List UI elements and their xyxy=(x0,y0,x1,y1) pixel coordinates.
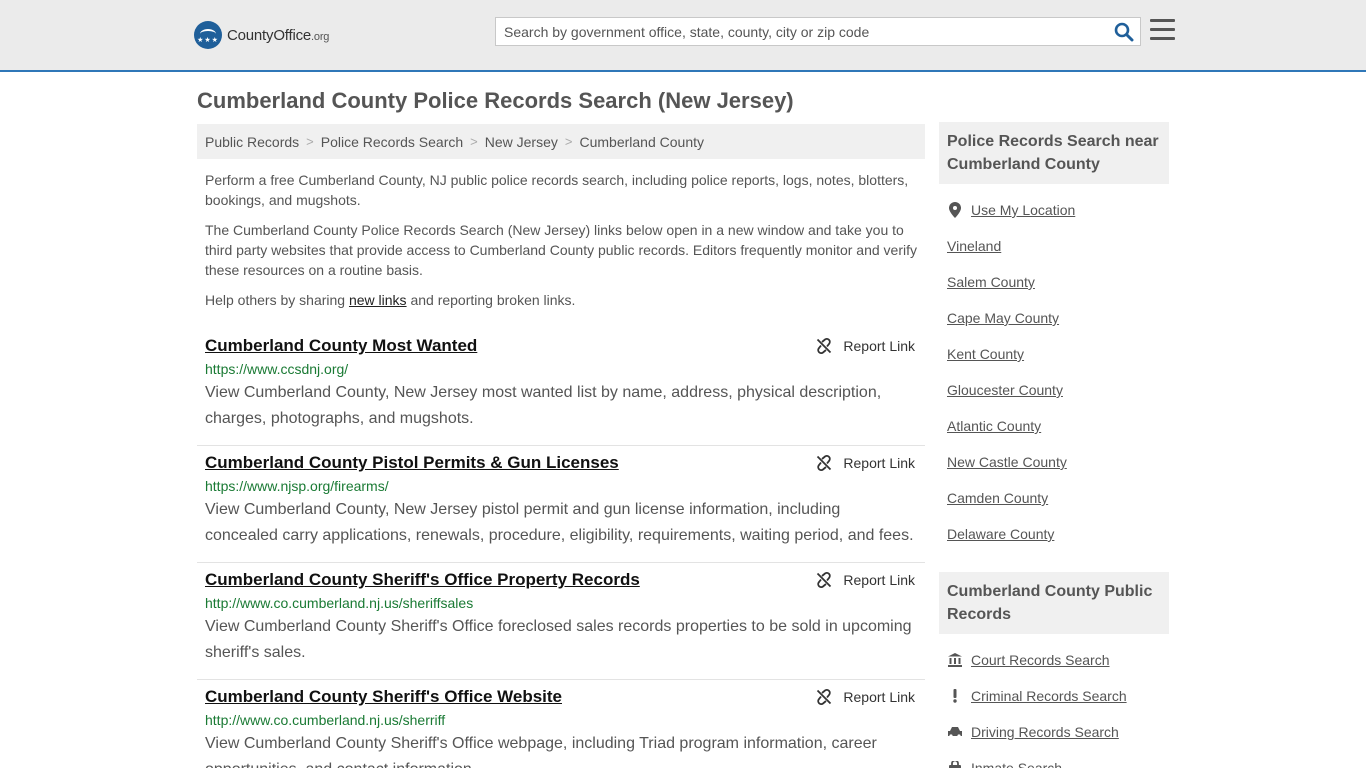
result-url: https://www.ccsdnj.org/ xyxy=(205,361,349,377)
inmate-icon xyxy=(947,761,963,768)
report-link-button[interactable]: Report Link xyxy=(816,689,915,705)
nearby-link-vineland[interactable]: Vineland xyxy=(947,238,1001,254)
main-content: Public Records > Police Records Search >… xyxy=(197,124,925,768)
result-item: Cumberland County Sheriff's Office Websi… xyxy=(197,680,925,768)
list-item: Cape May County xyxy=(947,300,1161,336)
list-item: Criminal Records Search xyxy=(947,678,1161,714)
breadcrumb-police-records-search[interactable]: Police Records Search xyxy=(321,134,463,150)
breadcrumb-separator: > xyxy=(564,134,573,149)
result-description: View Cumberland County, New Jersey pisto… xyxy=(205,501,914,544)
nearby-link-atlantic-county[interactable]: Atlantic County xyxy=(947,418,1041,434)
list-item: Driving Records Search xyxy=(947,714,1161,750)
report-link-label: Report Link xyxy=(843,338,915,354)
breadcrumb-separator: > xyxy=(470,134,478,149)
list-item: Salem County xyxy=(947,264,1161,300)
intro-paragraph: Perform a free Cumberland County, NJ pub… xyxy=(205,172,909,208)
nearby-link-gloucester-county[interactable]: Gloucester County xyxy=(947,382,1063,398)
result-url: https://www.njsp.org/firearms/ xyxy=(205,478,389,494)
breadcrumb: Public Records > Police Records Search >… xyxy=(197,124,925,159)
result-title-link[interactable]: Cumberland County Pistol Permits & Gun L… xyxy=(205,446,917,473)
result-item: Cumberland County Most Wanted Report Lin… xyxy=(197,329,925,446)
nearby-link-kent-county[interactable]: Kent County xyxy=(947,346,1024,362)
report-link-label: Report Link xyxy=(843,572,915,588)
result-description: View Cumberland County Sheriff's Office … xyxy=(205,735,877,768)
court-records-search-link[interactable]: Court Records Search xyxy=(971,652,1110,668)
list-item: Delaware County xyxy=(947,516,1161,552)
broken-link-icon xyxy=(817,455,832,471)
use-my-location-link[interactable]: Use My Location xyxy=(971,202,1075,218)
list-item: Inmate Search xyxy=(947,750,1161,768)
list-item: Atlantic County xyxy=(947,408,1161,444)
hamburger-menu-icon[interactable] xyxy=(1150,19,1175,43)
intro-paragraph: The Cumberland County Police Records Sea… xyxy=(205,222,918,278)
search-bar xyxy=(495,17,1141,46)
criminal-records-search-link[interactable]: Criminal Records Search xyxy=(971,688,1127,704)
report-link-label: Report Link xyxy=(843,455,915,471)
share-paragraph: Help others by sharing new links and rep… xyxy=(205,292,576,308)
public-records-section-title: Cumberland County Public Records xyxy=(939,572,1169,634)
public-records-list: Court Records Search Criminal Records Se… xyxy=(939,642,1169,768)
nearby-list: Use My Location Vineland Salem County Ca… xyxy=(939,192,1169,552)
logo-text: CountyOffice xyxy=(227,26,312,44)
result-item: Cumberland County Pistol Permits & Gun L… xyxy=(197,446,925,563)
breadcrumb-separator: > xyxy=(306,134,314,149)
nearby-link-new-castle-county[interactable]: New Castle County xyxy=(947,454,1067,470)
result-item: Cumberland County Sheriff's Office Prope… xyxy=(197,563,925,680)
result-description: View Cumberland County Sheriff's Office … xyxy=(205,618,912,661)
list-item: Gloucester County xyxy=(947,372,1161,408)
nearby-link-camden-county[interactable]: Camden County xyxy=(947,490,1048,506)
list-item: Camden County xyxy=(947,480,1161,516)
report-link-label: Report Link xyxy=(843,689,915,705)
new-links-link[interactable]: new links xyxy=(349,292,407,308)
broken-link-icon xyxy=(817,689,832,705)
site-header: ★★★ CountyOffice.org xyxy=(0,0,1366,72)
logo-suffix: .org xyxy=(311,30,330,43)
breadcrumb-public-records[interactable]: Public Records xyxy=(205,134,299,150)
report-link-button[interactable]: Report Link xyxy=(816,338,915,354)
list-item: Use My Location xyxy=(947,192,1161,228)
list-item: Vineland xyxy=(947,228,1161,264)
courthouse-icon xyxy=(947,653,963,667)
sidebar: Police Records Search near Cumberland Co… xyxy=(939,122,1169,768)
broken-link-icon xyxy=(817,338,832,354)
report-link-button[interactable]: Report Link xyxy=(816,455,915,471)
search-input[interactable] xyxy=(496,18,1106,45)
list-item: New Castle County xyxy=(947,444,1161,480)
report-link-button[interactable]: Report Link xyxy=(816,572,915,588)
car-icon xyxy=(947,726,963,738)
broken-link-icon xyxy=(817,572,832,588)
result-title-link[interactable]: Cumberland County Sheriff's Office Prope… xyxy=(205,563,917,590)
result-url: http://www.co.cumberland.nj.us/sherriff xyxy=(205,712,446,728)
result-title-link[interactable]: Cumberland County Most Wanted xyxy=(205,329,917,356)
nearby-section-title: Police Records Search near Cumberland Co… xyxy=(939,122,1169,184)
inmate-search-link[interactable]: Inmate Search xyxy=(971,760,1062,768)
list-item: Kent County xyxy=(947,336,1161,372)
results-list: Cumberland County Most Wanted Report Lin… xyxy=(197,329,925,768)
page-title: Cumberland County Police Records Search … xyxy=(197,88,794,113)
nearby-link-cape-may-county[interactable]: Cape May County xyxy=(947,310,1059,326)
logo-eagle-icon: ★★★ xyxy=(194,21,222,49)
result-description: View Cumberland County, New Jersey most … xyxy=(205,384,882,427)
breadcrumb-new-jersey[interactable]: New Jersey xyxy=(485,134,558,150)
intro-text: Perform a free Cumberland County, NJ pub… xyxy=(197,170,925,310)
exclamation-icon xyxy=(947,689,963,703)
location-pin-icon xyxy=(947,202,963,218)
search-icon[interactable] xyxy=(1114,22,1134,42)
list-item: Court Records Search xyxy=(947,642,1161,678)
result-title-link[interactable]: Cumberland County Sheriff's Office Websi… xyxy=(205,680,917,707)
nearby-link-salem-county[interactable]: Salem County xyxy=(947,274,1035,290)
result-url: http://www.co.cumberland.nj.us/sheriffsa… xyxy=(205,595,474,611)
nearby-link-delaware-county[interactable]: Delaware County xyxy=(947,526,1054,542)
driving-records-search-link[interactable]: Driving Records Search xyxy=(971,724,1119,740)
breadcrumb-cumberland-county[interactable]: Cumberland County xyxy=(579,134,704,150)
site-logo[interactable]: ★★★ CountyOffice.org xyxy=(194,20,329,50)
